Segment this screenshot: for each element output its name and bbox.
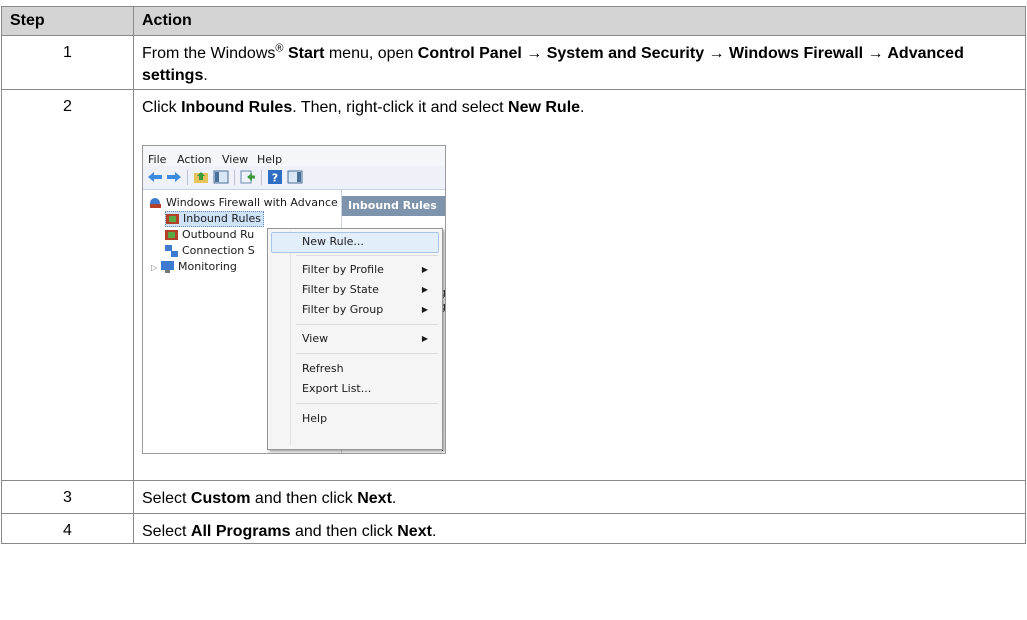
- action-text: From the Windows: [142, 45, 276, 62]
- action-keyword: Next: [397, 523, 432, 540]
- action-text: .: [580, 99, 585, 116]
- tree-item-label: Windows Firewall with Advance: [166, 196, 338, 209]
- tree-item-label: Connection S: [182, 244, 255, 257]
- help-icon[interactable]: ?: [267, 169, 283, 185]
- menu-gutter: [290, 231, 291, 445]
- firewall-screenshot: File Action View Help ? Windows Firewall…: [142, 145, 446, 454]
- menu-divider: [296, 324, 438, 325]
- step-action: From the Windows® Start menu, open Contr…: [133, 35, 1026, 90]
- table-row: 2 Click Inbound Rules. Then, right-click…: [1, 89, 1026, 481]
- action-text: menu, open: [324, 45, 418, 62]
- step-number: 4: [1, 513, 134, 544]
- menu-item-label: Filter by Profile: [302, 263, 384, 276]
- monitoring-icon: [161, 261, 174, 273]
- tree-item-inbound-rules[interactable]: Inbound Rules: [165, 211, 265, 227]
- show-hide-tree-icon[interactable]: [213, 169, 229, 185]
- step-column-header: Step: [1, 6, 134, 36]
- inbound-rules-icon: [166, 214, 179, 224]
- outbound-rules-icon: [165, 230, 178, 240]
- menu-item-new-rule[interactable]: New Rule...: [302, 234, 438, 250]
- step-action-text: Click Inbound Rules. Then, right-click i…: [142, 97, 1017, 119]
- toolbar-separator: [261, 170, 262, 185]
- menu-item-label: View: [302, 332, 329, 345]
- svg-text:?: ?: [272, 172, 278, 185]
- menu-item-label: Export List...: [302, 382, 372, 395]
- action-text: .: [391, 490, 397, 507]
- table-row: 1 From the Windows® Start menu, open Con…: [1, 35, 1026, 90]
- submenu-arrow-icon: ▶: [421, 285, 428, 294]
- table-row: 3 Select Custom and then click Next.: [1, 480, 1026, 514]
- action-text: Select: [142, 490, 191, 507]
- action-text: .: [431, 523, 437, 540]
- menu-item-refresh[interactable]: Refresh: [302, 361, 438, 377]
- forward-arrow-icon[interactable]: [166, 169, 182, 185]
- steps-table: Step Action 1 From the Windows® Start me…: [1, 6, 1026, 544]
- tree-item-root[interactable]: Windows Firewall with Advance: [149, 196, 338, 210]
- tree-item-connection-security[interactable]: Connection S: [165, 244, 255, 258]
- toolbar: ?: [143, 166, 445, 190]
- firewall-icon: [150, 198, 161, 208]
- action-text: .: [203, 67, 208, 84]
- toolbar-separator: [234, 170, 235, 185]
- step-number: 3: [1, 480, 134, 514]
- action-keyword: Inbound Rules: [181, 99, 293, 116]
- tree-item-label: Outbound Ru: [182, 228, 255, 241]
- submenu-arrow-icon: ▶: [421, 334, 428, 343]
- action-keyword: All Programs: [190, 523, 291, 540]
- back-arrow-icon[interactable]: [147, 169, 163, 185]
- menu-divider: [296, 353, 438, 354]
- panel-header: Inbound Rules: [342, 196, 445, 216]
- tree-item-outbound-rules[interactable]: Outbound Ru: [165, 228, 254, 242]
- menu-item-help[interactable]: Help: [302, 411, 438, 427]
- up-folder-icon[interactable]: [193, 169, 209, 185]
- table-row: 4 Select All Programs and then click Nex…: [1, 513, 1026, 544]
- menu-item-view[interactable]: View ▶: [302, 331, 438, 347]
- action-keyword: Start: [287, 45, 325, 62]
- menu-bar: File Action View Help: [143, 146, 445, 166]
- submenu-arrow-icon: ▶: [421, 305, 428, 314]
- action-text: Select: [142, 523, 191, 540]
- action-keyword: Custom: [190, 490, 251, 507]
- tree-item-monitoring[interactable]: ▷ Monitoring: [151, 260, 237, 274]
- menu-item-export-list[interactable]: Export List...: [302, 381, 438, 397]
- menu-item-label: Filter by Group: [302, 303, 384, 316]
- submenu-arrow-icon: ▶: [421, 265, 428, 274]
- action-keyword: New Rule: [508, 99, 581, 116]
- export-icon[interactable]: [240, 169, 256, 185]
- menu-item-filter-by-state[interactable]: Filter by State ▶: [302, 282, 438, 298]
- connection-security-icon: [165, 245, 178, 257]
- action-text: and then click: [290, 523, 398, 540]
- step-action: Select Custom and then click Next.: [133, 480, 1026, 514]
- menu-item-filter-by-profile[interactable]: Filter by Profile ▶: [302, 262, 438, 278]
- context-menu: New Rule... Filter by Profile ▶ Filter by…: [267, 228, 443, 450]
- header-row: Step Action: [1, 6, 1026, 36]
- action-text: Click: [142, 99, 182, 116]
- action-pane-icon[interactable]: [287, 169, 303, 185]
- toolbar-separator: [187, 170, 188, 185]
- menu-item-label: New Rule...: [302, 235, 364, 248]
- step-action: Click Inbound Rules. Then, right-click i…: [133, 89, 1026, 481]
- action-column-header: Action: [133, 6, 1026, 36]
- action-text: and then click: [250, 490, 358, 507]
- menu-item-label: Refresh: [302, 362, 344, 375]
- menu-divider: [296, 255, 438, 256]
- menu-item-label: Filter by State: [302, 283, 379, 296]
- step-action: Select All Programs and then click Next.: [133, 513, 1026, 544]
- menu-item-label: Help: [302, 412, 328, 425]
- step-number: 1: [1, 35, 134, 90]
- menu-divider: [296, 403, 438, 404]
- step-number: 2: [1, 89, 134, 481]
- expand-arrow-icon[interactable]: ▷: [151, 261, 161, 275]
- action-text: . Then, right-click it and select: [292, 99, 509, 116]
- tree-item-label: Monitoring: [178, 260, 237, 273]
- action-keyword: Next: [357, 490, 392, 507]
- tree-item-label: Inbound Rules: [183, 212, 262, 225]
- menu-item-filter-by-group[interactable]: Filter by Group ▶: [302, 302, 438, 318]
